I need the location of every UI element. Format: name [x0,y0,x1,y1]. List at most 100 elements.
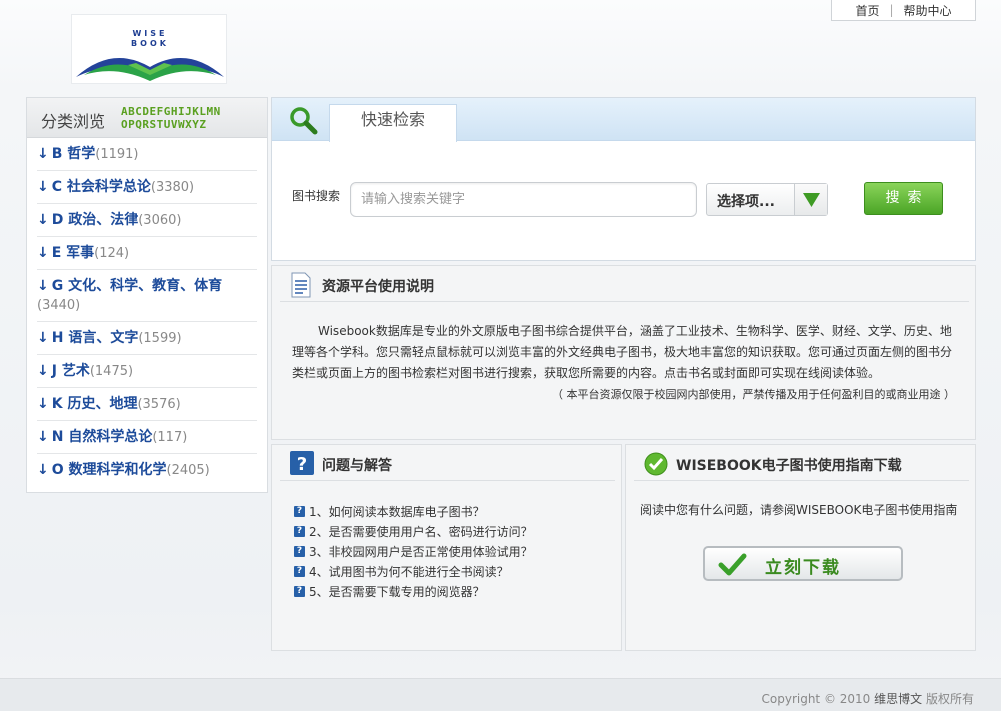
faq-question[interactable]: 1、如何阅读本数据库电子图书？ [309,503,485,520]
category-count: (117) [152,430,188,445]
instructions-title: 资源平台使用说明 [322,279,434,295]
download-now-button[interactable]: 立刻下载 [703,546,903,581]
category-count: (3576) [137,397,181,412]
category-item-e[interactable]: ↓ E 军事(124) [37,237,257,270]
down-arrow-icon: ↓ [37,330,49,346]
down-arrow-icon: ↓ [37,179,49,195]
category-browse-panel: 分类浏览 ABCDEFGHIJKLMN OPQRSTUVWXYZ ↓ B 哲学(1… [26,97,268,493]
alphabet-index-row1[interactable]: ABCDEFGHIJKLMN [121,105,221,118]
category-name[interactable]: E 军事 [52,245,94,261]
category-item-d[interactable]: ↓ D 政治、法律(3060) [37,204,257,237]
question-icon: ? [294,505,305,517]
help-center-link[interactable]: 帮助中心 [904,2,952,19]
book-search-label: 图书搜索 [292,189,341,203]
faq-item[interactable]: ? 2、是否需要使用用户名、密码进行访问？ [294,521,533,541]
category-item-b[interactable]: ↓ B 哲学(1191) [37,138,257,171]
user-guide-description: 阅读中您有什么问题，请参阅WISEBOOK电子图书使用指南 [640,503,958,517]
quick-search-header: 快速检索 [272,98,975,142]
faq-question[interactable]: 3、非校园网用户是否正常使用体验试用？ [309,543,533,560]
category-count: (2405) [166,463,210,478]
divider [280,480,615,481]
category-name[interactable]: G 文化、科学、教育、体育 [52,278,222,294]
down-arrow-icon: ↓ [37,146,49,162]
copyright-year: Copyright © 2010 [761,692,871,706]
company-name: 维思博文 [874,692,923,706]
rights-reserved: 版权所有 [925,692,974,706]
faq-panel: ? 问题与解答 ? 1、如何阅读本数据库电子图书？ ? 2、是否需要使用用户名、密码… [271,444,622,651]
category-count: (1599) [138,331,182,346]
down-arrow-icon: ↓ [37,278,49,294]
category-item-j[interactable]: ↓ J 艺术(1475) [37,355,257,388]
faq-item[interactable]: ? 1、如何阅读本数据库电子图书？ [294,501,533,521]
select-label: 选择项... [717,194,775,210]
category-name[interactable]: N 自然科学总论 [52,429,153,445]
down-arrow-icon: ↓ [37,212,49,228]
search-button[interactable]: 搜索 [864,182,943,215]
category-item-g[interactable]: ↓ G 文化、科学、教育、体育 (3440) [37,270,257,322]
category-name[interactable]: D 政治、法律 [52,212,139,228]
category-browse-header: 分类浏览 ABCDEFGHIJKLMN OPQRSTUVWXYZ [27,98,267,138]
platform-instructions-panel: 资源平台使用说明 Wisebook数据库是专业的外文原版电子图书综合提供平台，涵… [271,265,976,440]
category-item-o[interactable]: ↓ O 数理科学和化学(2405) [37,454,257,486]
category-count: (124) [94,246,130,261]
divider [634,480,969,481]
usage-restriction-note: （ 本平台资源仅限于校园网内部使用，严禁传播及用于任何盈利目的或商业用途 ） [552,388,955,401]
category-name[interactable]: K 历史、地理 [52,396,138,412]
open-book-icon [76,58,224,81]
down-arrow-icon: ↓ [37,363,49,379]
category-name[interactable]: H 语言、文字 [52,330,139,346]
check-circle-icon [644,452,668,476]
user-guide-panel: WISEBOOK电子图书使用指南下载 阅读中您有什么问题，请参阅WISEBOOK… [625,444,976,651]
category-count: (3060) [138,213,182,228]
download-now-label: 立刻下载 [765,558,841,578]
category-list: ↓ B 哲学(1191) ↓ C 社会科学总论(3380) ↓ D 政治、法律(306… [27,138,267,486]
faq-item[interactable]: ? 4、试用图书为何不能进行全书阅读？ [294,561,533,581]
question-icon: ? [294,525,305,537]
category-count: (1475) [89,364,134,379]
category-item-k[interactable]: ↓ K 历史、地理(3576) [37,388,257,421]
search-field-select[interactable]: 选择项... [706,183,828,216]
category-name[interactable]: O 数理科学和化学 [52,462,167,478]
down-arrow-icon: ↓ [37,245,49,261]
category-count: (3380) [150,180,195,195]
down-arrow-icon: ↓ [37,462,49,478]
faq-list: ? 1、如何阅读本数据库电子图书？ ? 2、是否需要使用用户名、密码进行访问？ ? 3… [294,501,533,601]
faq-title: 问题与解答 [322,458,392,474]
question-icon: ? [294,565,305,577]
question-mark-icon: ? [290,451,314,475]
svg-text:?: ? [297,454,307,475]
footer: Copyright © 2010 维思博文 版权所有 [0,678,1001,711]
category-count: (1191) [95,147,139,162]
divider [280,301,969,302]
top-links-separator: | [889,3,894,17]
category-count: (3440) [37,298,81,313]
faq-question[interactable]: 4、试用图书为何不能进行全书阅读？ [309,563,509,580]
faq-question[interactable]: 2、是否需要使用用户名、密码进行访问？ [309,523,533,540]
faq-item[interactable]: ? 3、非校园网用户是否正常使用体验试用？ [294,541,533,561]
category-name[interactable]: B 哲学 [52,146,96,162]
green-checkmark-icon [718,553,747,576]
category-item-h[interactable]: ↓ H 语言、文字(1599) [37,322,257,355]
down-arrow-icon: ↓ [37,396,49,412]
instructions-body: Wisebook数据库是专业的外文原版电子图书综合提供平台，涵盖了工业技术、生物… [292,324,953,380]
tab-quick-search[interactable]: 快速检索 [329,104,457,142]
category-browse-title: 分类浏览 [41,112,106,131]
wisebook-logo[interactable]: WISE BOOK [71,14,227,84]
question-icon: ? [294,545,305,557]
search-input[interactable] [350,182,697,217]
category-name[interactable]: J 艺术 [52,363,90,379]
dropdown-button[interactable] [794,184,827,215]
category-item-n[interactable]: ↓ N 自然科学总论(117) [37,421,257,454]
alphabet-index-row2[interactable]: OPQRSTUVWXYZ [121,118,206,131]
top-links: 首页 | 帮助中心 [831,0,976,21]
copyright-text: Copyright © 2010 维思博文 版权所有 [762,690,975,707]
faq-question[interactable]: 5、是否需要下载专用的阅览器？ [309,583,485,600]
category-name[interactable]: C 社会科学总论 [52,179,151,195]
faq-item[interactable]: ? 5、是否需要下载专用的阅览器？ [294,581,533,601]
home-link[interactable]: 首页 [855,2,879,19]
quick-search-panel: 快速检索 图书搜索 选择项... 搜索 [271,97,976,261]
category-item-c[interactable]: ↓ C 社会科学总论(3380) [37,171,257,204]
document-icon [291,272,311,298]
search-icon [290,107,318,135]
down-arrow-icon: ↓ [37,429,49,445]
